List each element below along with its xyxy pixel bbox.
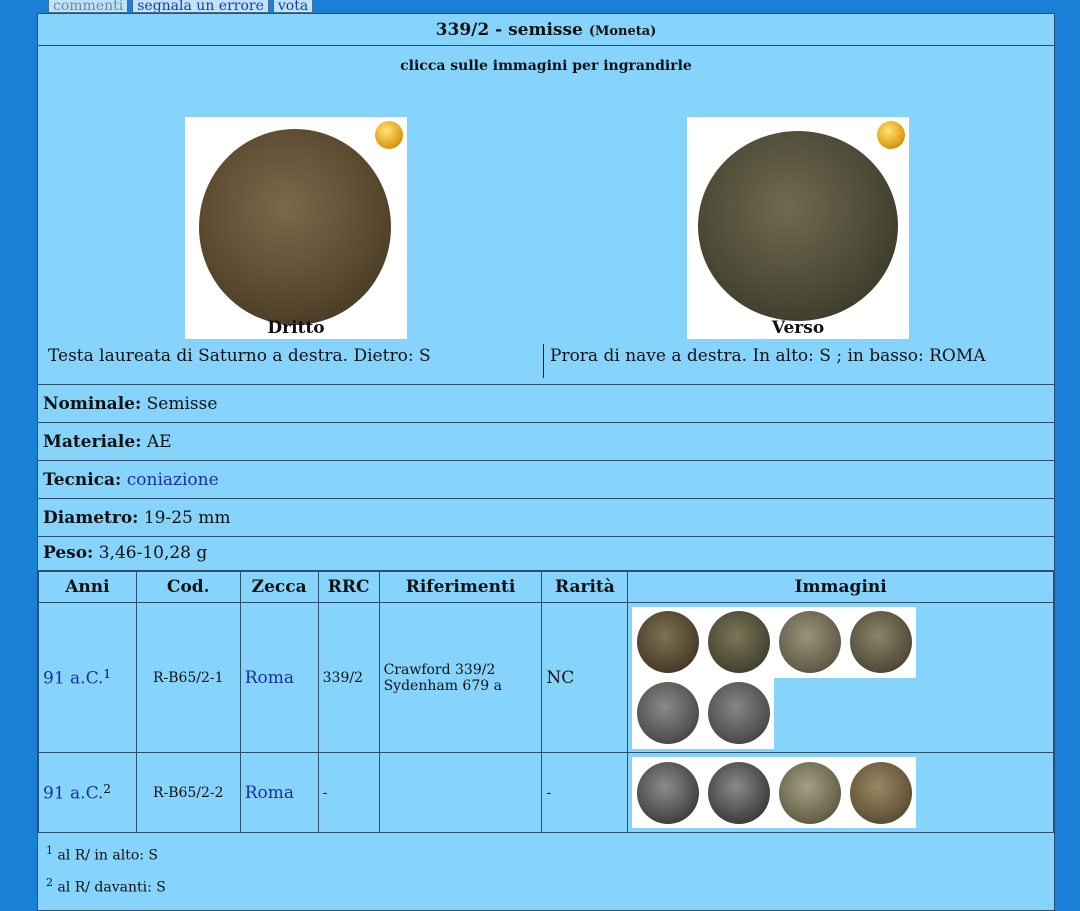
- page-title: 339/2 - semisse (Moneta): [38, 14, 1054, 46]
- coin-icon: [636, 611, 699, 673]
- prop-label: Materiale:: [43, 432, 142, 452]
- cell-rrc: -: [317, 752, 380, 833]
- prop-value: 19-25 mm: [143, 508, 231, 528]
- coin-thumbnail[interactable]: [632, 757, 703, 828]
- year-link[interactable]: 91 a.C.: [43, 668, 103, 688]
- cell-cod: R-B65/2-2: [135, 752, 241, 833]
- column-divider: [543, 344, 544, 378]
- prop-label: Diametro:: [43, 508, 139, 528]
- coin-icon: [849, 761, 912, 824]
- ref-line: Sydenham 679 a: [383, 677, 502, 694]
- header-zecca: Zecca: [239, 571, 319, 603]
- coin-thumbnail[interactable]: [703, 757, 774, 828]
- prop-peso: Peso: 3,46-10,28 g: [38, 535, 1054, 571]
- coin-icon: [849, 611, 912, 673]
- header-rarita: Rarità: [541, 571, 629, 603]
- obverse-image[interactable]: [185, 117, 407, 339]
- cell-immagini: [627, 752, 1054, 833]
- header-cod: Cod.: [135, 571, 241, 603]
- coin-thumbnail[interactable]: [703, 607, 774, 678]
- coin-icon: [707, 761, 770, 824]
- tecnica-link[interactable]: coniazione: [127, 470, 219, 490]
- reverse-image[interactable]: [687, 117, 909, 339]
- coin-thumbnail[interactable]: [774, 757, 845, 828]
- obverse-coin-icon: [199, 129, 391, 325]
- coin-icon: [707, 611, 770, 673]
- gold-coin-icon: [877, 121, 905, 149]
- coin-thumbnail[interactable]: [703, 678, 774, 749]
- title-main: 339/2 - semisse: [435, 20, 583, 40]
- reverse-coin-icon: [698, 131, 898, 321]
- zecca-link[interactable]: Roma: [245, 668, 294, 688]
- prop-materiale: Materiale: AE: [38, 423, 1054, 461]
- footnote-number: 2: [46, 876, 53, 889]
- gold-coin-icon: [375, 121, 403, 149]
- ref-line: Crawford 339/2: [383, 661, 496, 678]
- cell-riferimenti: [378, 752, 543, 833]
- coin-thumbnail[interactable]: [632, 678, 703, 749]
- tab-vota[interactable]: vota: [272, 0, 314, 13]
- title-type: (Moneta): [588, 24, 657, 39]
- tab-commenti[interactable]: commenti: [48, 0, 129, 13]
- prop-value: 3,46-10,28 g: [98, 543, 208, 563]
- obverse-description: Testa laureata di Saturno a destra. Diet…: [48, 346, 431, 366]
- thumb-grid: [632, 606, 917, 678]
- prop-tecnica: Tecnica: coniazione: [38, 461, 1054, 499]
- header-immagini: Immagini: [627, 571, 1054, 603]
- prop-nominale: Nominale: Semisse: [38, 385, 1054, 423]
- coin-thumbnail[interactable]: [632, 607, 703, 678]
- coin-thumbnail[interactable]: [774, 607, 845, 678]
- footnote: 1 al R/ in alto: S: [46, 844, 158, 864]
- issues-table: Anni Cod. Zecca RRC Riferimenti Rarità I…: [38, 571, 1054, 833]
- coin-icon: [778, 611, 841, 673]
- thumb-grid: [632, 757, 917, 828]
- cell-anni: 91 a.C.1: [38, 602, 137, 753]
- prop-value: AE: [146, 432, 172, 452]
- tab-segnala-errore[interactable]: segnala un errore: [132, 0, 269, 13]
- coin-icon: [778, 761, 841, 824]
- footnote-number: 1: [46, 844, 53, 857]
- top-tabs: commenti segnala un errore vota: [48, 0, 314, 13]
- header-rrc: RRC: [317, 571, 380, 603]
- cell-rarita: -: [541, 752, 629, 833]
- coin-icon: [707, 682, 770, 744]
- coin-thumbnail[interactable]: [845, 607, 916, 678]
- cell-rarita: NC: [541, 602, 629, 753]
- prop-label: Peso:: [43, 543, 94, 563]
- zecca-link[interactable]: Roma: [245, 783, 294, 803]
- cell-anni: 91 a.C.2: [38, 752, 137, 833]
- year-link[interactable]: 91 a.C.: [43, 783, 103, 803]
- note-ref[interactable]: 1: [103, 667, 111, 681]
- coin-thumbnail[interactable]: [845, 757, 916, 828]
- cell-immagini: [627, 602, 1054, 753]
- prop-label: Tecnica:: [43, 470, 122, 490]
- cell-cod: R-B65/2-1: [135, 602, 241, 753]
- prop-label: Nominale:: [43, 394, 142, 414]
- cell-riferimenti: Crawford 339/2 Sydenham 679 a: [378, 602, 543, 753]
- note-ref[interactable]: 2: [103, 782, 111, 796]
- table-row: 91 a.C.2 R-B65/2-2 Roma - -: [38, 752, 1054, 833]
- coin-sheet: 339/2 - semisse (Moneta) clicca sulle im…: [37, 13, 1055, 911]
- header-riferimenti: Riferimenti: [378, 571, 543, 603]
- enlarge-hint: clicca sulle immagini per ingrandirle: [400, 58, 692, 74]
- obverse-caption: Dritto: [267, 318, 325, 338]
- prop-value: Semisse: [146, 394, 218, 414]
- cell-zecca: Roma: [239, 602, 319, 753]
- thumb-grid: [632, 677, 775, 749]
- header-anni: Anni: [38, 571, 137, 603]
- footnote-text: al R/ in alto: S: [57, 847, 159, 864]
- coin-images-section: clicca sulle immagini per ingrandirle Dr…: [38, 46, 1054, 385]
- cell-rrc: 339/2: [317, 602, 380, 753]
- cell-zecca: Roma: [239, 752, 319, 833]
- prop-diametro: Diametro: 19-25 mm: [38, 499, 1054, 537]
- coin-icon: [636, 682, 699, 744]
- table-header-row: Anni Cod. Zecca RRC Riferimenti Rarità I…: [38, 571, 1054, 603]
- footnote: 2 al R/ davanti: S: [46, 876, 166, 896]
- reverse-description: Prora di nave a destra. In alto: S ; in …: [550, 346, 986, 366]
- coin-icon: [636, 761, 699, 824]
- footnote-text: al R/ davanti: S: [57, 879, 166, 896]
- reverse-caption: Verso: [771, 318, 825, 338]
- table-row: 91 a.C.1 R-B65/2-1 Roma 339/2 Crawford 3…: [38, 602, 1054, 753]
